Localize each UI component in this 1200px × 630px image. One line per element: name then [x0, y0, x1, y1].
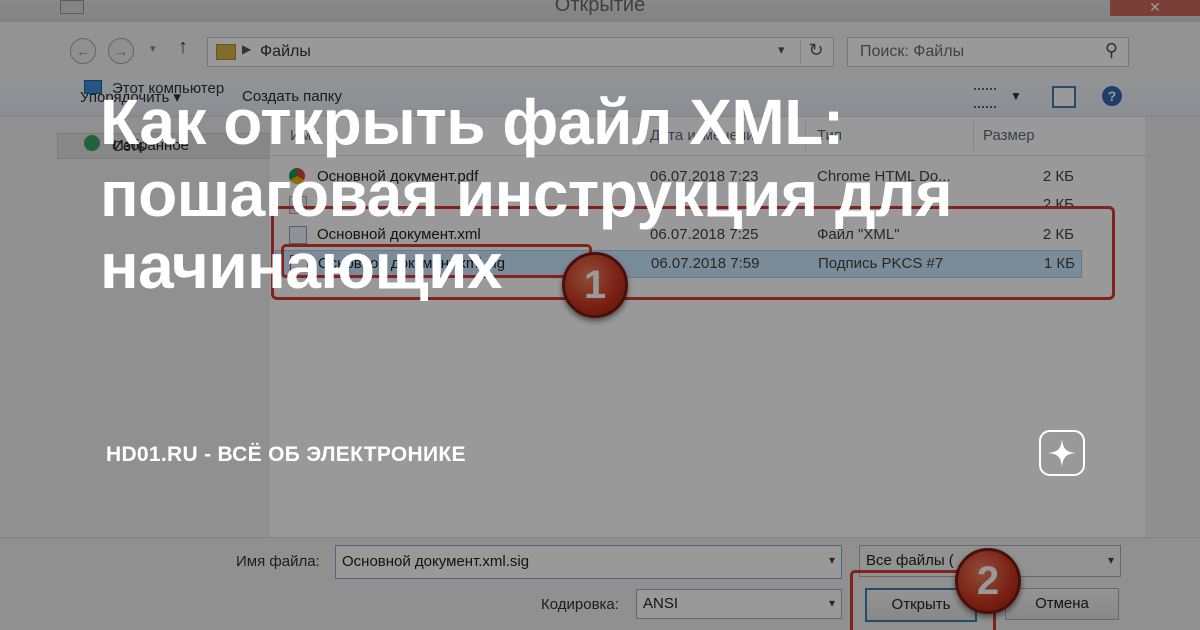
zen-star-icon[interactable] [1039, 430, 1085, 476]
article-headline[interactable]: Как открыть файл XML: пошаговая инструкц… [100, 86, 1060, 302]
site-label[interactable]: HD01.RU - ВСЁ ОБ ЭЛЕКТРОНИКЕ [106, 443, 466, 467]
